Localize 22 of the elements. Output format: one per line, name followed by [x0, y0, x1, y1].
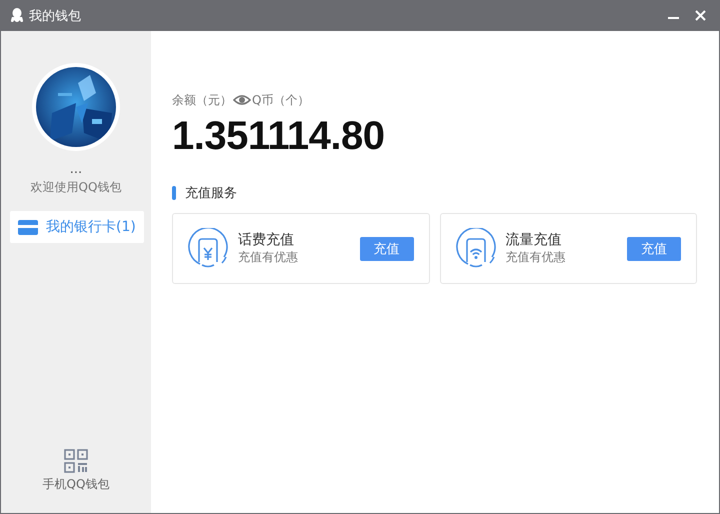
- section-title: 充值服务: [185, 185, 237, 202]
- service-subtitle: 充值有优惠: [238, 249, 299, 266]
- service-title: 话费充值: [238, 231, 295, 249]
- sidebar-item[interactable]: 我的银行卡(1): [10, 211, 144, 243]
- qr-code-icon[interactable]: [64, 449, 88, 473]
- service-subtitle: 充值有优惠: [506, 249, 566, 266]
- eye-icon[interactable]: [233, 93, 251, 107]
- mobile-wallet-label: 手机QQ钱包: [42, 476, 110, 493]
- phone-yen-icon: [188, 228, 228, 269]
- penguin-icon: [10, 8, 24, 24]
- user-name: ...: [70, 163, 82, 177]
- recharge-button[interactable]: 充值: [627, 236, 681, 260]
- window-title: 我的钱包: [29, 8, 82, 24]
- recharge-button[interactable]: 充值: [360, 236, 414, 260]
- welcome-text: 欢迎使用QQ钱包: [30, 179, 122, 196]
- q-coin-label: Q币（个）: [252, 92, 310, 108]
- phone-wifi-icon: [456, 228, 496, 269]
- service-title: 流量充值: [506, 231, 562, 249]
- balance-amount: 1.351114.80: [172, 113, 386, 159]
- close-icon[interactable]: [694, 10, 706, 21]
- balance-label: 余额（元）: [172, 92, 232, 108]
- card-icon: [18, 220, 38, 234]
